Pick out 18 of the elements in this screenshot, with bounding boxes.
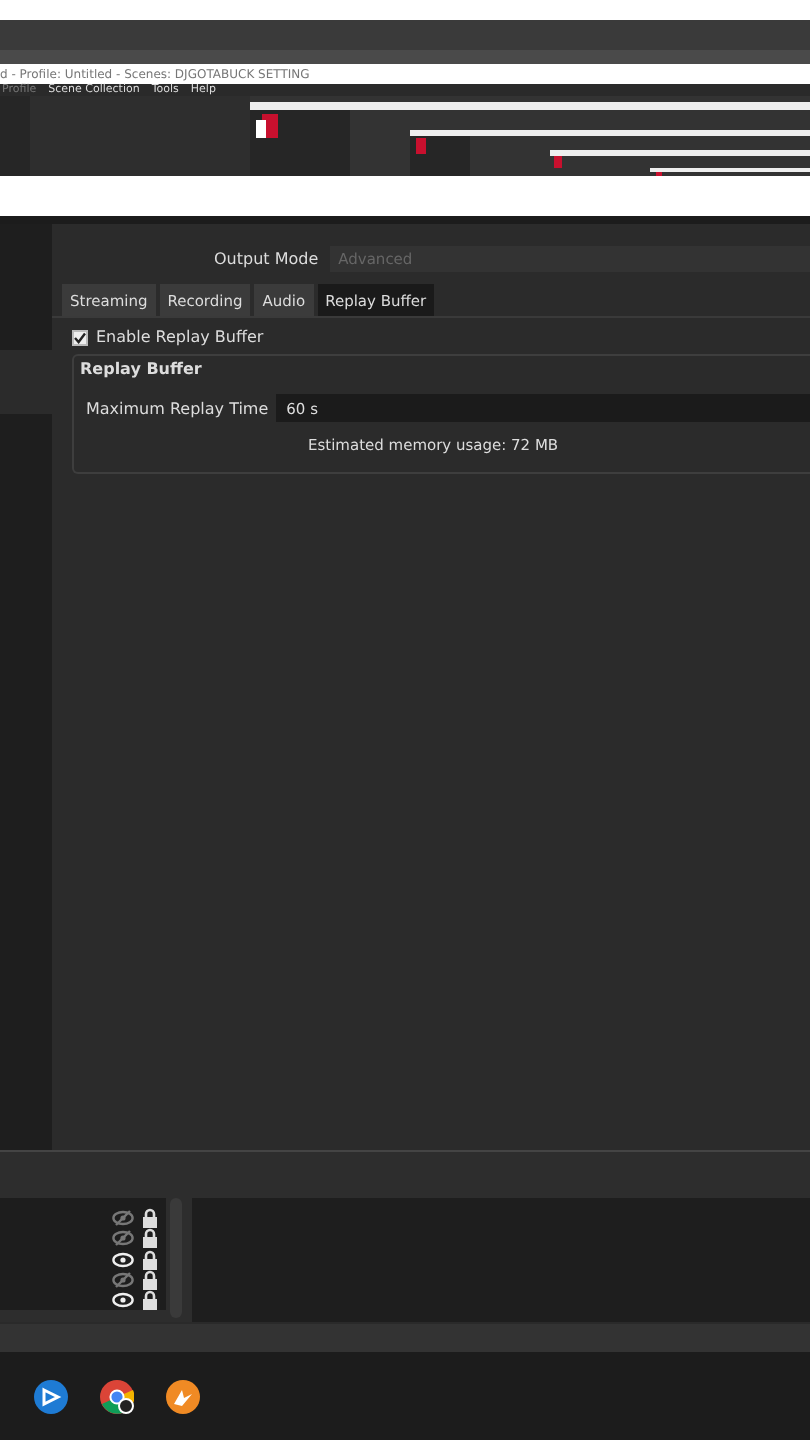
lock-icon[interactable]	[142, 1208, 158, 1229]
lock-icon[interactable]	[142, 1269, 158, 1290]
eye-slashed-icon[interactable]	[112, 1271, 134, 1288]
browser-icon[interactable]	[100, 1379, 134, 1413]
app-icon[interactable]	[166, 1379, 200, 1413]
checkbox[interactable]	[72, 329, 88, 345]
eye-icon[interactable]	[112, 1251, 134, 1267]
group-title: Replay Buffer	[80, 360, 204, 378]
lock-icon[interactable]	[142, 1249, 158, 1269]
lock-icon[interactable]	[142, 1289, 158, 1310]
output-mode-label: Output Mode	[214, 250, 319, 268]
eye-slashed-icon[interactable]	[112, 1230, 134, 1247]
eye-icon[interactable]	[112, 1291, 134, 1308]
field-label: Maximum Replay Time	[86, 399, 269, 417]
checkbox-label: Enable Replay Buffer	[96, 328, 264, 346]
share-app-icon[interactable]	[34, 1379, 68, 1413]
lock-icon[interactable]	[142, 1228, 158, 1249]
eye-slashed-icon[interactable]	[112, 1210, 134, 1227]
